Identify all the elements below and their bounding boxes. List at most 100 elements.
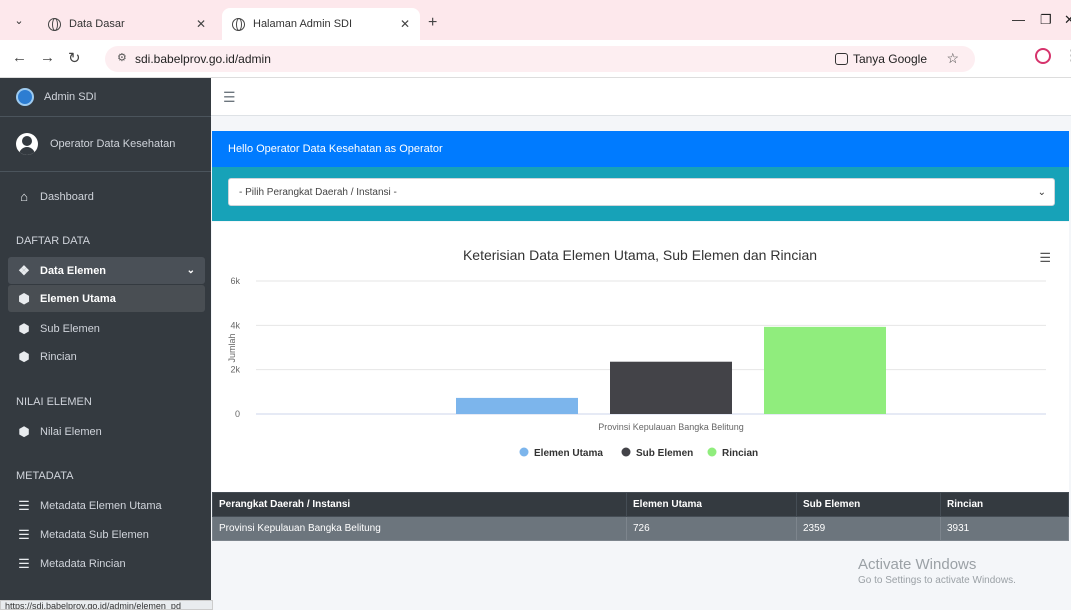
brand-link[interactable]: Admin SDI	[0, 78, 211, 117]
tab-title: Data Dasar	[69, 18, 125, 30]
chart-title: Keterisian Data Elemen Utama, Sub Elemen…	[463, 247, 817, 263]
sidebar-item-dashboard[interactable]: ⌂ Dashboard	[8, 183, 205, 210]
browser-address-bar: ← → ↻ ⚙ sdi.babelprov.go.id/admin Tanya …	[0, 40, 1071, 78]
perangkat-daerah-select[interactable]: - Pilih Perangkat Daerah / Instansi - ⌄	[228, 178, 1055, 206]
restore-icon[interactable]: ❐	[1040, 12, 1052, 28]
list-icon: ☰	[18, 555, 30, 571]
sidebar-item-label: Data Elemen	[40, 264, 107, 277]
google-lens-icon	[834, 53, 848, 65]
cube-icon: ⬢	[18, 290, 30, 306]
url-text: sdi.babelprov.go.id/admin	[135, 52, 271, 66]
window-close-icon[interactable]: ✕	[1064, 12, 1071, 28]
browser-tab-admin-sdi[interactable]: Halaman Admin SDI ✕	[222, 8, 420, 40]
bookmark-star-icon[interactable]: ☆	[946, 50, 959, 67]
home-icon: ⌂	[20, 189, 28, 204]
table-cell: Provinsi Kepulauan Bangka Belitung	[212, 516, 627, 541]
chevron-down-icon: ⌄	[1037, 186, 1046, 198]
browser-tab-bar: ⌄ Data Dasar ✕ Halaman Admin SDI ✕ + — ❐…	[0, 0, 1071, 40]
bar-elemen-utama	[456, 397, 578, 414]
activate-windows-watermark: Activate Windows Go to Settings to activ…	[858, 556, 1016, 586]
top-navbar: ☰	[211, 78, 1071, 116]
sidebar-item-data-elemen[interactable]: ❖ Data Elemen ⌄	[8, 257, 205, 284]
column-header: Sub Elemen	[796, 492, 941, 517]
list-icon: ☰	[18, 497, 30, 513]
forward-icon[interactable]: →	[40, 49, 55, 66]
operator-card: Hello Operator Data Kesehatan as Operato…	[212, 131, 1069, 221]
globe-icon	[48, 17, 61, 31]
globe-icon	[232, 17, 245, 31]
close-icon[interactable]: ✕	[400, 17, 410, 31]
column-header: Elemen Utama	[626, 492, 797, 517]
status-bar-url: https://sdi.babelprov.go.id/admin/elemen…	[0, 600, 213, 610]
brand-text: Admin SDI	[44, 91, 97, 103]
url-input[interactable]: ⚙ sdi.babelprov.go.id/admin Tanya Google…	[105, 46, 975, 72]
site-settings-icon[interactable]: ⚙	[117, 51, 127, 64]
y-axis-label: Jumlah	[227, 333, 237, 362]
y-tick-label: 0	[235, 409, 240, 419]
sidebar-item-sub-elemen[interactable]: ⬢ Sub Elemen	[8, 315, 205, 342]
minimize-icon[interactable]: —	[1012, 12, 1025, 27]
user-panel[interactable]: Operator Data Kesehatan	[0, 117, 211, 172]
column-header: Rincian	[940, 492, 1069, 517]
new-tab-button[interactable]: +	[428, 14, 437, 32]
y-tick-label: 2k	[230, 365, 240, 375]
cube-icon: ⬢	[18, 348, 30, 364]
nav-header-daftar-data: DAFTAR DATA	[16, 235, 90, 247]
cube-icon: ⬢	[18, 320, 30, 336]
sidebar-item-nilai-elemen[interactable]: ⬢ Nilai Elemen	[8, 418, 205, 445]
tab-title: Halaman Admin SDI	[253, 18, 353, 30]
tab-search-chevron-icon[interactable]: ⌄	[10, 12, 28, 30]
table-cell: 2359	[796, 516, 941, 541]
legend-marker	[621, 447, 631, 457]
sidebar-item-label: Nilai Elemen	[40, 425, 102, 438]
sidebar-item-label: Elemen Utama	[40, 292, 116, 305]
legend-marker	[519, 447, 529, 457]
browser-menu-icon[interactable]: ⋮	[1064, 46, 1071, 64]
table-row: Provinsi Kepulauan Bangka Belitung 726 2…	[212, 516, 1069, 541]
sidebar-item-label: Metadata Rincian	[40, 557, 126, 570]
table-cell: 726	[626, 516, 797, 541]
y-tick-label: 4k	[230, 320, 240, 330]
sidebar-item-label: Metadata Elemen Utama	[40, 499, 162, 512]
bar-rincian	[764, 326, 886, 414]
nav-header-metadata: METADATA	[16, 470, 74, 482]
watermark-subtitle: Go to Settings to activate Windows.	[858, 575, 1016, 586]
x-category-label: Provinsi Kepulauan Bangka Belitung	[598, 422, 744, 432]
column-header: Perangkat Daerah / Instansi	[212, 492, 627, 517]
select-container: - Pilih Perangkat Daerah / Instansi - ⌄	[212, 167, 1069, 221]
watermark-title: Activate Windows	[858, 556, 977, 573]
logo-icon	[16, 88, 34, 106]
cubes-icon: ❖	[18, 262, 30, 278]
user-name: Operator Data Kesehatan	[50, 138, 176, 150]
list-icon: ☰	[18, 526, 30, 542]
table-cell: 3931	[940, 516, 1069, 541]
back-icon[interactable]: ←	[12, 49, 27, 66]
sidebar-item-rincian[interactable]: ⬢ Rincian	[8, 343, 205, 370]
sidebar-item-label: Rincian	[40, 350, 77, 363]
hamburger-menu-icon[interactable]: ☰	[223, 89, 236, 106]
close-icon[interactable]: ✕	[196, 17, 206, 31]
summary-table: Perangkat Daerah / Instansi Elemen Utama…	[212, 492, 1069, 541]
sidebar-item-metadata-elemen-utama[interactable]: ☰ Metadata Elemen Utama	[8, 492, 205, 519]
sidebar: Admin SDI Operator Data Kesehatan ⌂ Dash…	[0, 78, 211, 610]
browser-tab-data-dasar[interactable]: Data Dasar ✕	[38, 8, 216, 40]
chart-context-menu-icon[interactable]: ☰	[1039, 250, 1051, 266]
user-icon	[16, 133, 38, 155]
greeting-header: Hello Operator Data Kesehatan as Operato…	[212, 131, 1069, 167]
sidebar-item-label: Dashboard	[40, 190, 94, 203]
profile-icon[interactable]	[1035, 48, 1051, 64]
cube-icon: ⬢	[18, 423, 30, 439]
legend-marker	[707, 447, 717, 457]
reload-icon[interactable]: ↻	[68, 49, 81, 67]
sidebar-item-label: Metadata Sub Elemen	[40, 528, 149, 541]
bar-sub-elemen	[610, 361, 732, 414]
nav-header-nilai-elemen: NILAI ELEMEN	[16, 396, 92, 408]
sidebar-item-metadata-sub-elemen[interactable]: ☰ Metadata Sub Elemen	[8, 521, 205, 548]
ask-google-button[interactable]: Tanya Google	[834, 50, 927, 68]
sidebar-item-elemen-utama[interactable]: ⬢ Elemen Utama	[8, 285, 205, 312]
chevron-down-icon: ⌄	[186, 265, 195, 276]
y-tick-label: 6k	[230, 276, 240, 286]
sidebar-item-metadata-rincian[interactable]: ☰ Metadata Rincian	[8, 550, 205, 577]
sidebar-item-label: Sub Elemen	[40, 322, 100, 335]
bar-chart: Keterisian Data Elemen Utama, Sub Elemen…	[227, 247, 1046, 459]
